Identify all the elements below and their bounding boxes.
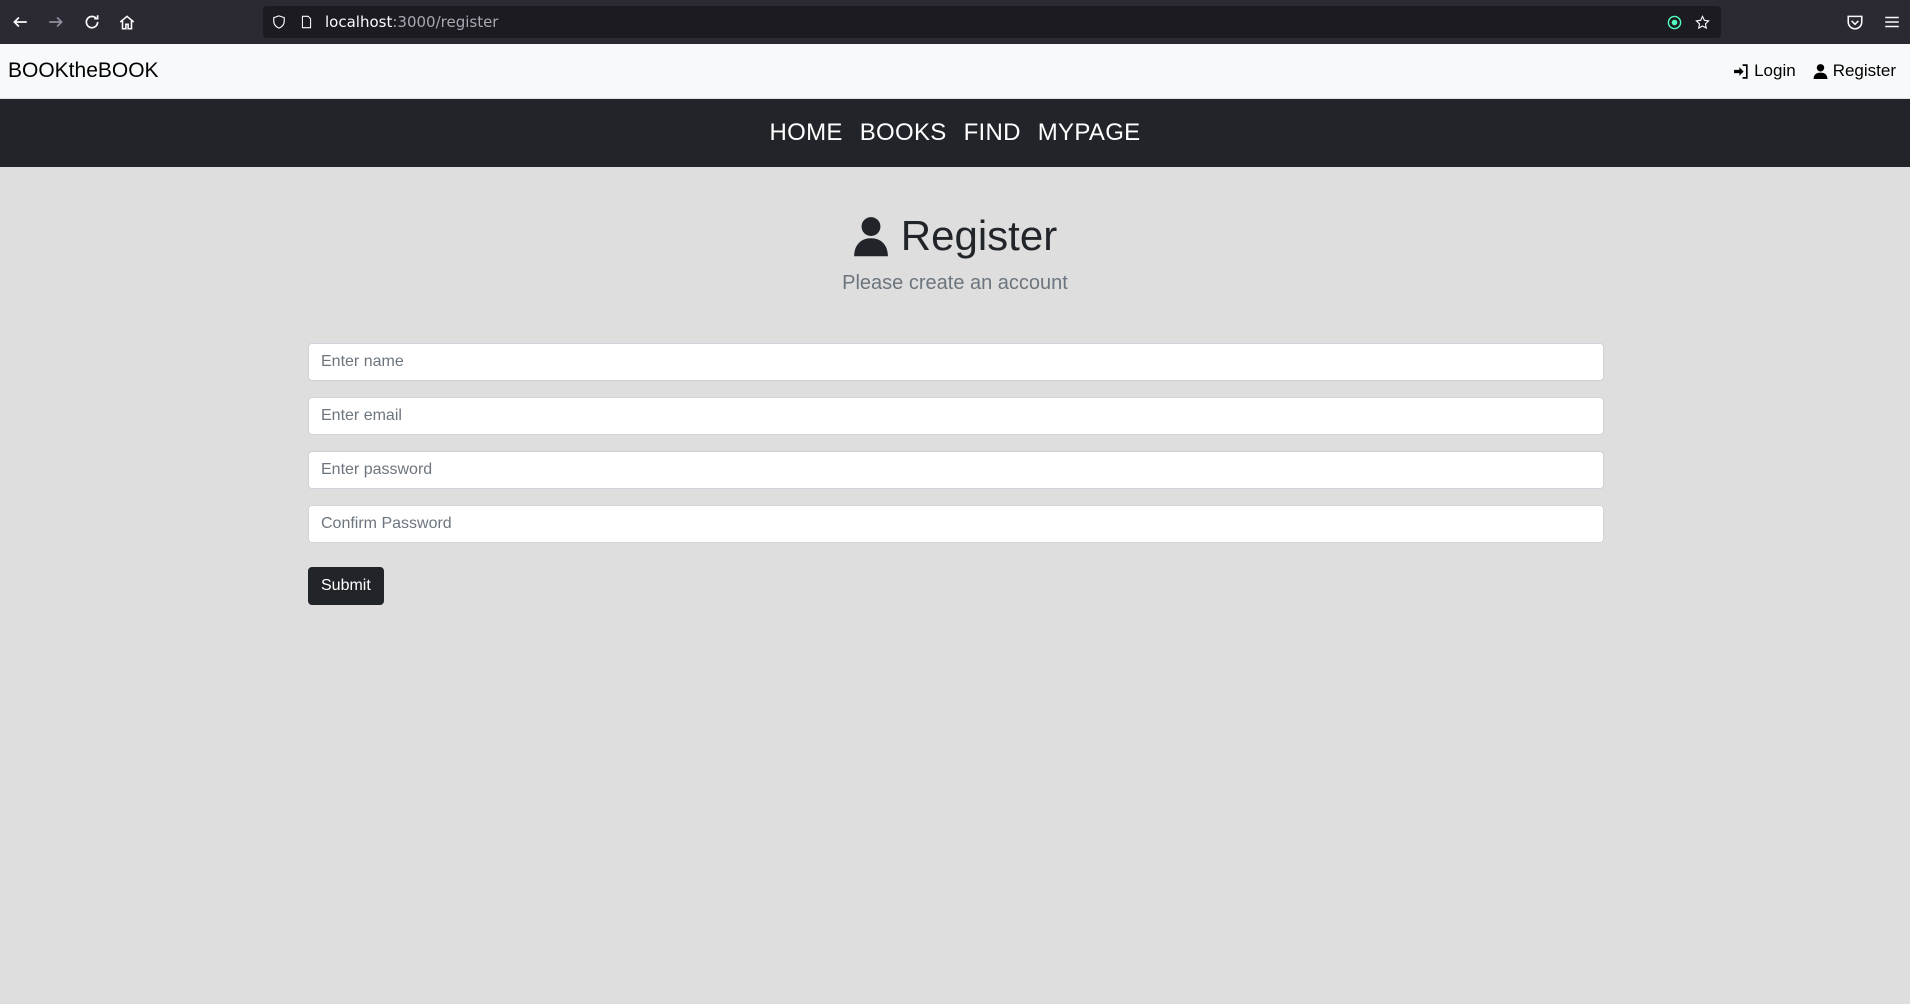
- menu-icon[interactable]: [1880, 10, 1904, 34]
- home-icon[interactable]: [115, 10, 139, 34]
- main-nav: HOME BOOKS FIND MYPAGE: [0, 99, 1910, 167]
- url-bar[interactable]: localhost:3000/register: [263, 6, 1721, 38]
- shield-icon[interactable]: [271, 14, 287, 30]
- browser-toolbar: localhost:3000/register: [0, 0, 1910, 44]
- site-header: BOOKtheBOOK Login Register: [0, 44, 1910, 99]
- back-icon[interactable]: [8, 10, 32, 34]
- brand-logo[interactable]: BOOKtheBOOK: [8, 59, 159, 83]
- register-link[interactable]: Register: [1812, 61, 1896, 81]
- page-title: Register: [853, 212, 1057, 260]
- page-heading: Register Please create an account: [0, 212, 1910, 295]
- reload-icon[interactable]: [80, 10, 104, 34]
- register-label: Register: [1832, 61, 1896, 80]
- nav-home[interactable]: HOME: [770, 119, 843, 147]
- auth-links: Login Register: [1733, 61, 1896, 81]
- page-subtitle: Please create an account: [842, 272, 1068, 294]
- register-form: Submit: [308, 343, 1604, 605]
- password-input[interactable]: [308, 451, 1604, 489]
- bookmark-star-icon[interactable]: [1694, 14, 1710, 30]
- sign-in-icon: [1734, 63, 1748, 79]
- user-icon: [853, 217, 888, 257]
- submit-button[interactable]: Submit: [308, 567, 384, 605]
- user-icon: [1813, 63, 1828, 79]
- name-input[interactable]: [308, 343, 1604, 381]
- url-path: :3000/register: [392, 13, 499, 31]
- pocket-icon[interactable]: [1843, 10, 1867, 34]
- nav-books[interactable]: BOOKS: [860, 119, 947, 147]
- forward-icon[interactable]: [44, 10, 68, 34]
- url-text[interactable]: localhost:3000/register: [325, 13, 498, 31]
- login-label: Login: [1754, 61, 1796, 80]
- confirm-password-input[interactable]: [308, 505, 1604, 543]
- url-host: localhost: [325, 13, 393, 31]
- extension-icon[interactable]: [1666, 14, 1682, 30]
- nav-mypage[interactable]: MYPAGE: [1038, 119, 1141, 147]
- login-link[interactable]: Login: [1733, 61, 1796, 81]
- page-title-text: Register: [900, 212, 1058, 259]
- email-input[interactable]: [308, 397, 1604, 435]
- nav-find[interactable]: FIND: [964, 119, 1021, 147]
- page-icon: [298, 14, 314, 30]
